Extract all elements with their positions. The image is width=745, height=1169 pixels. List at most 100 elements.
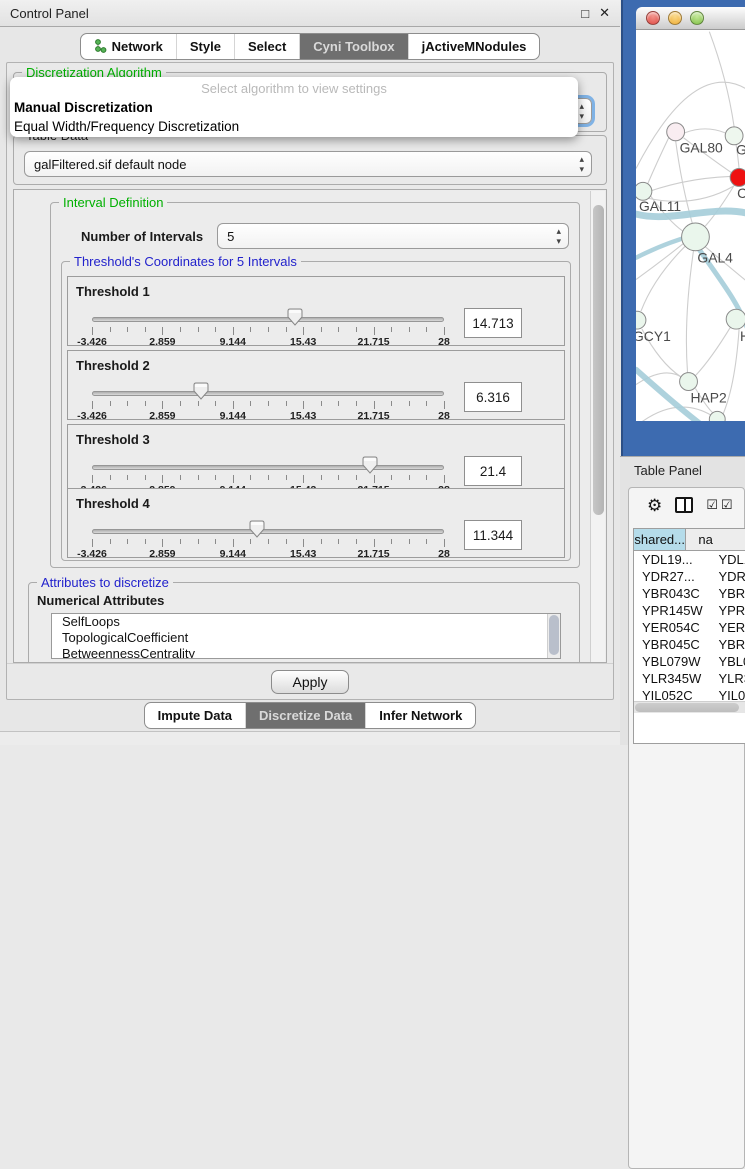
tab-impute-data[interactable]: Impute Data	[145, 703, 245, 728]
cell-name[interactable]: YBL0	[706, 653, 745, 670]
network-edge[interactable]	[705, 185, 734, 226]
zoom-traffic-light-icon[interactable]	[690, 11, 704, 25]
network-edge[interactable]	[648, 138, 669, 184]
network-edge[interactable]	[641, 246, 686, 311]
close-traffic-light-icon[interactable]	[646, 11, 660, 25]
gear-icon[interactable]: ⚙	[647, 497, 662, 514]
table-row[interactable]: YDL19...YDL1	[634, 551, 745, 568]
network-node[interactable]	[680, 373, 698, 391]
threshold-4-slider[interactable]: -3.4262.8599.14415.4321.71528	[92, 527, 444, 557]
cell-shared-name[interactable]: YDR27...	[634, 568, 706, 585]
slider-tick-label: 15.43	[290, 410, 316, 422]
close-icon[interactable]: ✕	[599, 5, 610, 21]
cell-shared-name[interactable]: YDL19...	[634, 551, 706, 568]
cell-name[interactable]: YDL1	[706, 551, 745, 568]
cell-name[interactable]: YDR2	[706, 568, 745, 585]
tab-jactivemnodules[interactable]: jActiveMNodules	[408, 34, 540, 59]
table-row[interactable]: YBR043CYBR0	[634, 585, 745, 602]
tab-infer-network[interactable]: Infer Network	[365, 703, 475, 728]
cell-name[interactable]: YPR1	[706, 602, 745, 619]
cell-shared-name[interactable]: YLR345W	[634, 670, 706, 687]
threshold-2-value-field[interactable]: 6.316	[464, 382, 522, 412]
float-window-icon[interactable]: □	[581, 6, 589, 21]
tab-discretize-data[interactable]: Discretize Data	[245, 703, 365, 728]
network-edge[interactable]	[709, 32, 734, 127]
table-horizontal-scrollbar[interactable]	[634, 701, 745, 713]
numerical-attributes-list[interactable]: SelfLoopsTopologicalCoefficientBetweenne…	[51, 613, 561, 659]
slider-tick	[162, 475, 163, 483]
threshold-1-value-field[interactable]: 14.713	[464, 308, 522, 338]
minimize-traffic-light-icon[interactable]	[668, 11, 682, 25]
dropdown-option-equal-width[interactable]: Equal Width/Frequency Discretization	[10, 117, 578, 136]
slider-thumb[interactable]	[249, 520, 265, 543]
tab-style[interactable]: Style	[176, 34, 234, 59]
column-view-icon[interactable]	[675, 497, 693, 513]
network-node[interactable]	[636, 311, 646, 329]
slider-tick	[338, 475, 339, 480]
tab-select[interactable]: Select	[234, 34, 299, 59]
network-node[interactable]	[709, 411, 725, 421]
dropdown-placeholder-item[interactable]: Select algorithm to view settings	[10, 80, 578, 98]
attributes-group: Attributes to discretize Numerical Attri…	[28, 582, 580, 663]
apply-button[interactable]: Apply	[271, 670, 348, 694]
slider-track[interactable]	[92, 317, 444, 322]
slider-thumb[interactable]	[362, 456, 378, 479]
cell-shared-name[interactable]: YBL079W	[634, 653, 706, 670]
threshold-4-value-field[interactable]: 11.344	[464, 520, 522, 550]
slider-track[interactable]	[92, 391, 444, 396]
network-canvas[interactable]: GAL80GALCGAL11GAL4GCY1HHAP2	[636, 30, 745, 421]
settings-scrollbar[interactable]	[590, 191, 605, 662]
dropdown-option-manual[interactable]: Manual Discretization	[10, 98, 578, 117]
cell-shared-name[interactable]: YBR045C	[634, 636, 706, 653]
checkbox-icon[interactable]: ☑	[706, 497, 718, 513]
numerical-attributes-label: Numerical Attributes	[37, 593, 164, 608]
slider-tick	[356, 539, 357, 544]
network-edge[interactable]	[695, 326, 731, 376]
table-row[interactable]: YLR345WYLR3	[634, 670, 745, 687]
table-data-combobox[interactable]: galFiltered.sif default node ▴▾	[24, 151, 592, 177]
network-node[interactable]	[730, 169, 745, 187]
network-edge[interactable]	[636, 407, 711, 421]
slider-thumb[interactable]	[193, 382, 209, 405]
column-header-name[interactable]: na	[686, 529, 745, 550]
threshold-2-slider[interactable]: -3.4262.8599.14415.4321.71528	[92, 389, 444, 419]
table-row[interactable]: YBL079WYBL0	[634, 653, 745, 670]
network-node[interactable]	[667, 123, 685, 141]
cell-shared-name[interactable]: YPR145W	[634, 602, 706, 619]
table-row[interactable]: YBR045CYBR0	[634, 636, 745, 653]
node-table: shared... na YDL19...YDL1YDR27...YDR2YBR…	[633, 528, 745, 744]
network-edge[interactable]	[685, 129, 726, 133]
cell-shared-name[interactable]: YER054C	[634, 619, 706, 636]
network-edge[interactable]	[686, 251, 693, 373]
table-row[interactable]: YDR27...YDR2	[634, 568, 745, 585]
cell-name[interactable]: YBR0	[706, 636, 745, 653]
cell-shared-name[interactable]: YBR043C	[634, 585, 706, 602]
list-item[interactable]: TopologicalCoefficient	[52, 630, 560, 646]
slider-tick	[321, 327, 322, 332]
column-header-shared[interactable]: shared...	[634, 529, 686, 550]
network-window-titlebar[interactable]	[636, 7, 745, 30]
network-node[interactable]	[726, 309, 745, 329]
tab-cyni-toolbox[interactable]: Cyni Toolbox	[299, 34, 407, 59]
network-window[interactable]: GAL80GALCGAL11GAL4GCY1HHAP2	[621, 0, 745, 456]
group-title: Attributes to discretize	[37, 575, 173, 590]
list-item[interactable]: BetweennessCentrality	[52, 646, 560, 659]
threshold-3-value-field[interactable]: 21.4	[464, 456, 522, 486]
table-row[interactable]: YPR145WYPR1	[634, 602, 745, 619]
network-node-label: H	[740, 328, 745, 344]
list-scrollbar[interactable]	[547, 614, 560, 658]
threshold-1-slider[interactable]: -3.4262.8599.14415.4321.71528	[92, 315, 444, 345]
number-of-intervals-combobox[interactable]: 5 ▴▾	[217, 223, 569, 249]
tab-network[interactable]: Network	[81, 34, 176, 59]
cell-name[interactable]: YER0	[706, 619, 745, 636]
network-node[interactable]	[682, 223, 710, 251]
slider-track[interactable]	[92, 529, 444, 534]
list-item[interactable]: SelfLoops	[52, 614, 560, 630]
checkbox-icon[interactable]: ☑	[721, 497, 733, 513]
cell-name[interactable]: YBR0	[706, 585, 745, 602]
cell-name[interactable]: YLR3	[706, 670, 745, 687]
table-row[interactable]: YER054CYER0	[634, 619, 745, 636]
slider-thumb[interactable]	[287, 308, 303, 331]
slider-tick-label: 2.859	[149, 336, 175, 348]
slider-track[interactable]	[92, 465, 444, 470]
